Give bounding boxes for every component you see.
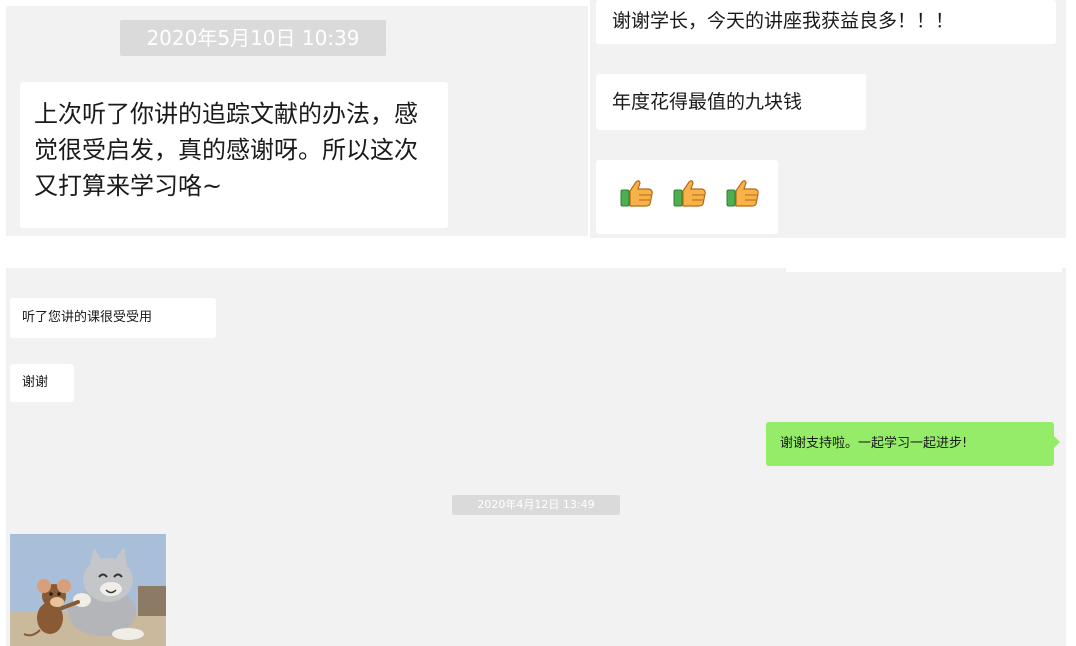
message-text: 谢谢支持啦。一起学习一起进步!: [780, 436, 968, 451]
message-bubble-outgoing[interactable]: 谢谢支持啦。一起学习一起进步!: [766, 422, 1054, 466]
message-text: 谢谢学长，今天的讲座我获益良多！！！: [612, 10, 955, 32]
timestamp: 2020年5月10日 10:39: [120, 20, 386, 56]
bubble-tail: [1054, 436, 1060, 448]
top-left-chat-panel: 2020年5月10日 10:39 上次听了你讲的追踪文献的办法，感觉很受启发，真…: [6, 0, 588, 236]
thumbs-up-icon: [726, 178, 760, 212]
timestamp: 2020年4月12日 13:49: [452, 495, 620, 515]
sticker-image[interactable]: [10, 534, 166, 646]
panel-edge: [786, 268, 1062, 272]
message-text: 谢谢: [22, 375, 49, 390]
cat-and-mouse-sticker-icon: [10, 534, 166, 646]
message-text: 年度花得最值的九块钱: [612, 91, 803, 113]
message-bubble-incoming[interactable]: 年度花得最值的九块钱: [596, 74, 866, 130]
message-bubble-incoming[interactable]: 听了您讲的课很受受用: [10, 298, 216, 338]
message-text: 上次听了你讲的追踪文献的办法，感觉很受启发，真的感谢呀。所以这次又打算来学习咯~: [34, 100, 418, 200]
top-right-chat-panel: 谢谢学长，今天的讲座我获益良多！！！ 年度花得最值的九块钱: [590, 0, 1066, 238]
message-bubble-incoming[interactable]: 谢谢: [10, 364, 74, 402]
message-text: 听了您讲的课很受受用: [22, 310, 153, 325]
thumbs-up-icon: [620, 178, 654, 212]
message-bubble-incoming[interactable]: 谢谢学长，今天的讲座我获益良多！！！: [596, 0, 1056, 44]
top-divider: [6, 0, 588, 6]
message-bubble-incoming[interactable]: 上次听了你讲的追踪文献的办法，感觉很受启发，真的感谢呀。所以这次又打算来学习咯~: [20, 82, 448, 228]
message-bubble-emoji[interactable]: [596, 160, 778, 234]
thumbs-up-icon: [673, 178, 707, 212]
bottom-chat-panel: 听了您讲的课很受受用 谢谢 谢谢支持啦。一起学习一起进步! 2020年4月12日…: [6, 268, 1066, 646]
